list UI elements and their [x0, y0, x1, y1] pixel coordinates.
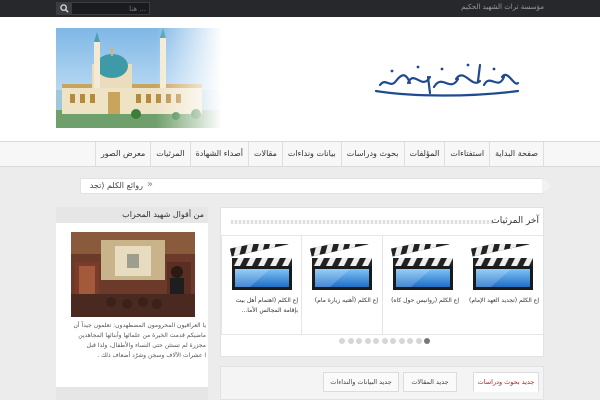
section-divider	[231, 220, 493, 224]
nav-item-elegies[interactable]: المرثيات	[150, 142, 189, 166]
elegy-item[interactable]: إع الكلم (تجديد العهد الإمام)	[463, 236, 543, 334]
quote-line: ماضيكم قدمت الخيرة من علمائها وأبنائها ا…	[78, 332, 206, 339]
ticker-chevron-icon[interactable]: »	[147, 179, 153, 190]
sidebar-header: من أقوال شهيد المحراب	[56, 207, 208, 223]
search-box	[56, 2, 150, 15]
carousel-dot[interactable]	[339, 338, 345, 344]
carousel-dot[interactable]	[398, 338, 405, 344]
carousel-dot[interactable]	[390, 338, 396, 344]
carousel-dot[interactable]	[364, 338, 371, 344]
tab-latest-statements[interactable]: جديد البيانات والنداءات	[323, 372, 399, 392]
search-input[interactable]	[74, 3, 146, 14]
site-logo[interactable]	[372, 59, 522, 99]
quote-line: ا عشرات الآلاف وسجن وشرّد أضعاف ذلك .	[97, 352, 206, 359]
nav-item-books[interactable]: المؤلفات	[403, 142, 445, 166]
elegy-title[interactable]: إع الكلم (تجديد العهد الإمام)	[467, 296, 539, 306]
video-clapperboard-icon	[230, 244, 294, 292]
search-button[interactable]	[57, 3, 72, 14]
video-clapperboard-icon	[471, 244, 535, 292]
sidebar-quote: يا العراقيون المحرومون المضطهدون: تعلمون…	[56, 321, 206, 361]
nav-item-gallery[interactable]: معرض الصور	[94, 142, 150, 166]
elegy-title[interactable]: إع الكلم (روانيس حول كاه)	[387, 296, 459, 306]
main-nav: صفحة البداية استفتاءات المؤلفات بحوث ودر…	[0, 141, 600, 167]
ticker-arrow-shape	[542, 178, 551, 194]
search-icon	[60, 4, 69, 13]
sidebar-quotes: من أقوال شهيد المحراب يا العراقيون المحر…	[56, 207, 208, 400]
site-header	[0, 17, 600, 141]
sidebar-next-widget-header	[56, 387, 208, 400]
carousel-dot[interactable]	[407, 338, 413, 344]
tab-latest-research[interactable]: جديد بحوث ودراسات	[473, 372, 539, 392]
elegies-carousel: إع الكلم (تجديد العهد الإمام) إع الكلم (…	[221, 235, 543, 335]
nav-item-fatwas[interactable]: استفتاءات	[444, 142, 489, 166]
top-site-name[interactable]: مؤسسة تراث الشهيد الحكيم	[461, 3, 544, 11]
elegies-title: آخر المرثيات	[491, 216, 539, 226]
carousel-dot[interactable]	[415, 338, 422, 344]
header-banner-image	[56, 28, 222, 128]
carousel-dot[interactable]	[347, 338, 354, 344]
elegy-item[interactable]: إع الكلم (اهتمام أهل بيت بإقامة المجالس …	[221, 236, 301, 334]
sidebar-photo[interactable]	[71, 232, 195, 317]
elegy-item[interactable]: إع الكلم (أهنيه زيارة مام)	[301, 236, 381, 334]
carousel-pagination	[339, 338, 433, 345]
news-ticker: » روائع الكلم (تجد	[80, 178, 551, 194]
elegy-title[interactable]: إع الكلم (أهنيه زيارة مام)	[306, 296, 378, 306]
ticker-label[interactable]: روائع الكلم (تجد	[90, 181, 143, 190]
nav-item-articles[interactable]: مقالات	[248, 142, 282, 166]
quote-line: يا العراقيون المحرومون المضطهدون: تعلمون…	[73, 322, 206, 329]
elegy-title[interactable]: إع الكلم (اهتمام أهل بيت بإقامة المجالس …	[226, 296, 298, 316]
sidebar-title: من أقوال شهيد المحراب	[122, 210, 204, 219]
nav-item-research[interactable]: بحوث ودراسات	[340, 142, 404, 166]
carousel-dot[interactable]	[373, 338, 379, 344]
carousel-dot[interactable]	[381, 338, 388, 344]
top-bar: مؤسسة تراث الشهيد الحكيم	[0, 0, 600, 17]
tab-latest-articles[interactable]: جديد المقالات	[403, 372, 457, 392]
nav-item-home[interactable]: صفحة البداية	[489, 142, 544, 166]
carousel-dot[interactable]	[356, 338, 362, 344]
quote-line: مجزرة لم تستثن حتى النساء والأطفال، ولذا…	[86, 342, 206, 349]
latest-elegies-widget: آخر المرثيات إع الكلم (تجديد العهد الإما…	[220, 207, 544, 357]
video-clapperboard-icon	[391, 244, 455, 292]
carousel-dot[interactable]	[424, 338, 430, 344]
elegy-item[interactable]: إع الكلم (روانيس حول كاه)	[382, 236, 462, 334]
video-clapperboard-icon	[310, 244, 374, 292]
latest-content-tabs: جديد بحوث ودراسات جديد المقالات جديد الب…	[220, 366, 544, 400]
nav-item-martyrdom-echoes[interactable]: أصداء الشهادة	[189, 142, 248, 166]
nav-item-statements[interactable]: بيانات ونداءات	[281, 142, 341, 166]
